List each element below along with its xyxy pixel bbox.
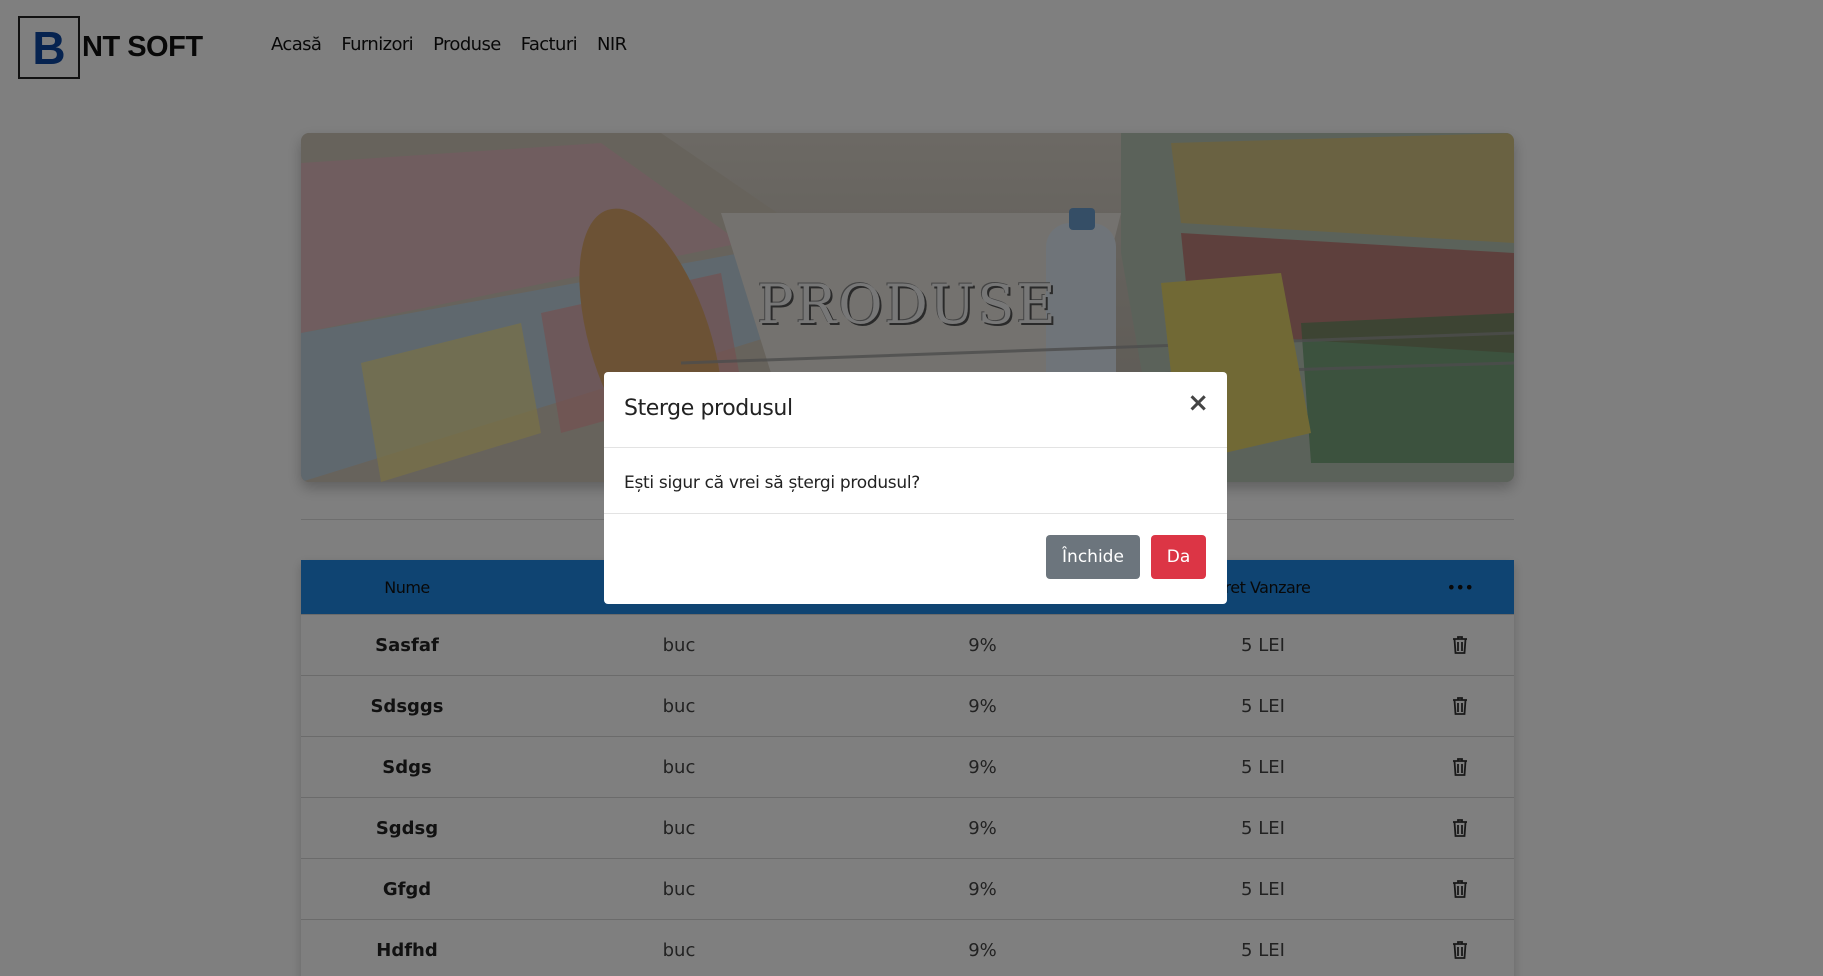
delete-confirm-modal: Sterge produsul × Ești sigur că vrei să … [604, 372, 1227, 604]
close-button[interactable]: Închide [1046, 535, 1140, 579]
confirm-delete-button[interactable]: Da [1151, 535, 1206, 579]
modal-footer: Închide Da [604, 513, 1227, 604]
close-icon[interactable]: × [1187, 390, 1209, 416]
modal-message: Ești sigur că vrei să ștergi produsul? [624, 473, 920, 493]
modal-title: Sterge produsul [624, 396, 793, 421]
modal-header: Sterge produsul × [604, 372, 1227, 448]
